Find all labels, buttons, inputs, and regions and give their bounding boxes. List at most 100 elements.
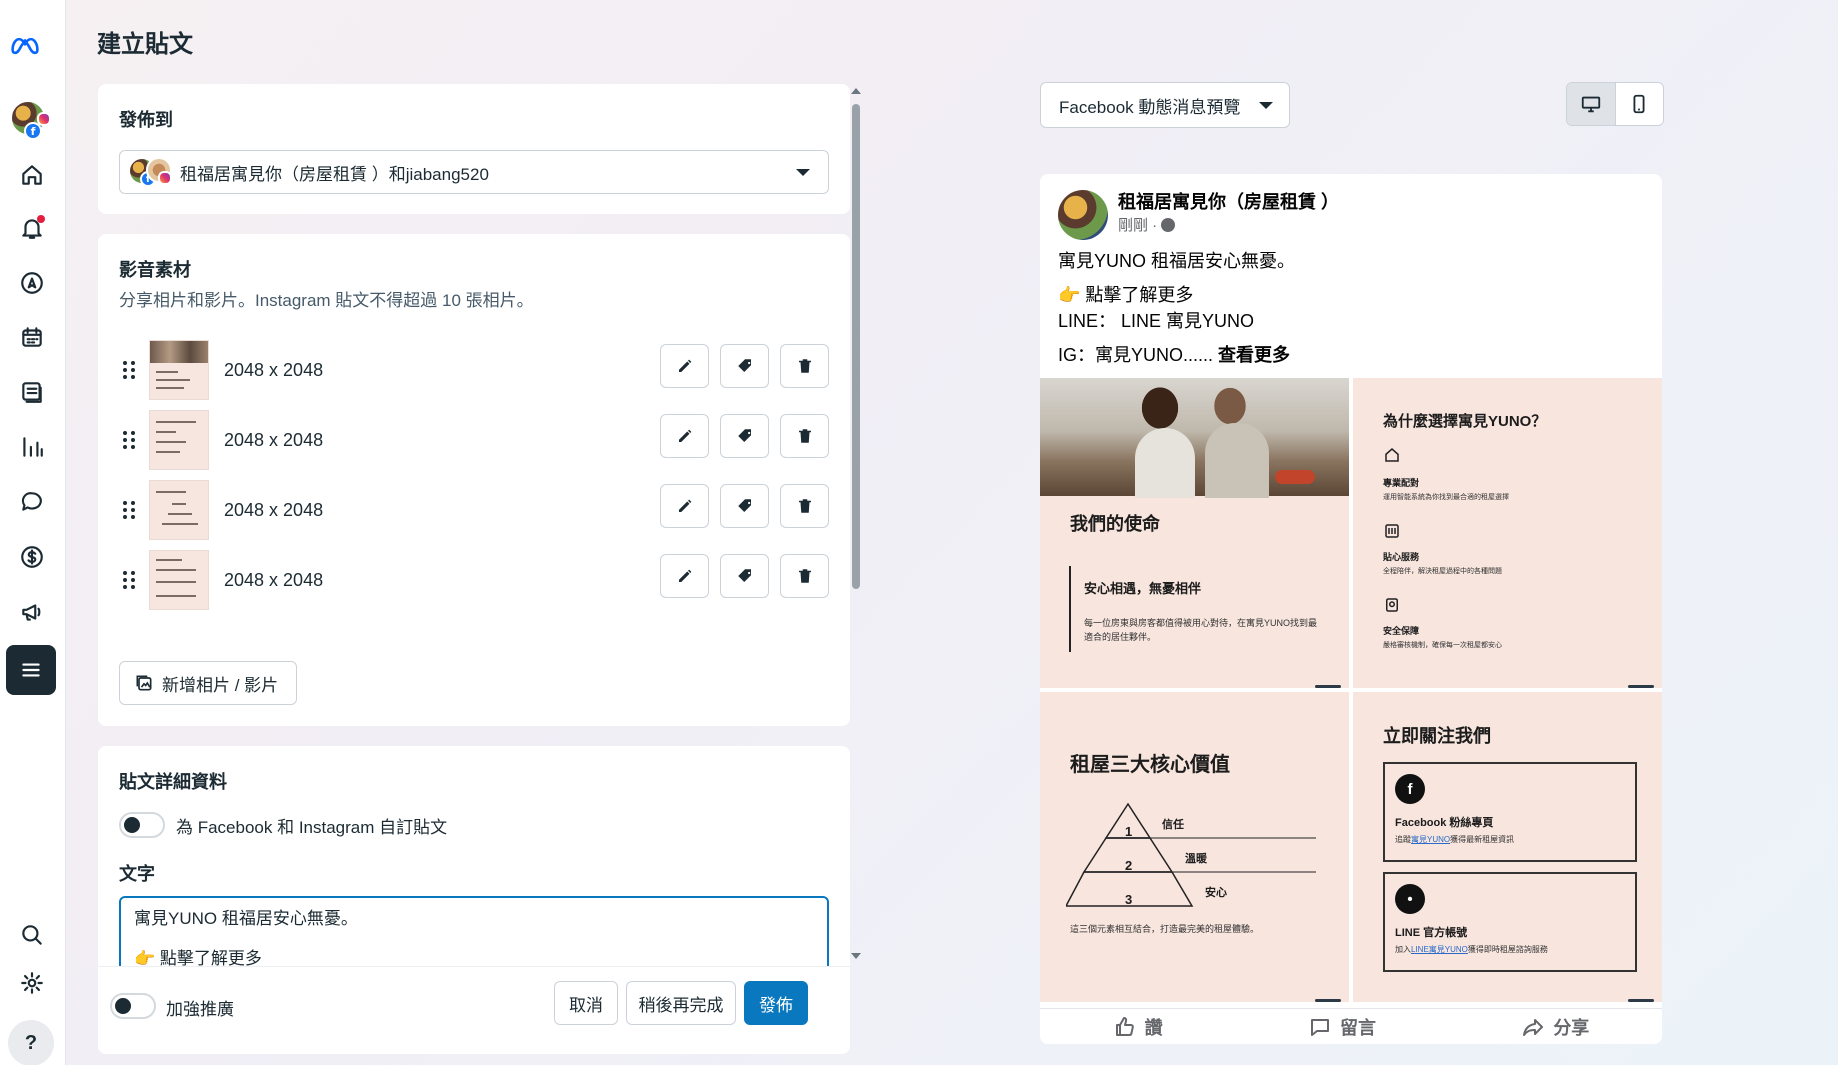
follow-card-body: 追蹤寓見YUNO獲得最新租屋資訊 xyxy=(1395,835,1515,844)
add-photo-icon xyxy=(136,675,152,691)
follow-card-body: 加入LINE寓見YUNO獲得即時租屋諮詢服務 xyxy=(1395,945,1548,954)
page-title: 建立貼文 xyxy=(97,31,193,58)
post-actions: 讚 留言 分享 xyxy=(1040,1008,1662,1044)
media-dimensions: 2048 x 2048 xyxy=(224,429,324,450)
tag-icon xyxy=(737,499,751,512)
tile-subtitle: 安心相遇，無憂相伴 xyxy=(1084,581,1202,596)
media-heading: 影音素材 xyxy=(119,260,191,280)
publish-to-select[interactable]: f 租福居寓見你（房屋租賃 ）和jiabang520 xyxy=(119,150,829,194)
chevron-down-icon xyxy=(1259,102,1273,109)
boost-toggle[interactable] xyxy=(110,993,156,1019)
publish-to-heading: 發佈到 xyxy=(119,110,173,130)
page-name: 租福居寓見你（房屋租賃 ） xyxy=(1118,192,1339,212)
menu-icon[interactable] xyxy=(6,645,56,695)
post-text-line: 👉 點擊了解更多 xyxy=(134,949,262,966)
drag-handle-icon[interactable] xyxy=(123,501,135,519)
grid-image-values[interactable]: 租屋三大核心價值 1 2 3 信任 溫暖 安心 這三個元素相互結合，打造最完美的… xyxy=(1040,692,1349,1002)
grid-image-why[interactable]: 為什麼選擇寓見YUNO？ 專業配對 運用智能系統為你找到最合適的租屋選擇 貼心服… xyxy=(1353,378,1662,688)
tag-icon xyxy=(737,569,751,582)
customize-label: 為 Facebook 和 Instagram 自訂貼文 xyxy=(176,817,448,837)
add-media-button[interactable]: 新增相片 / 影片 xyxy=(119,661,298,705)
home-icon xyxy=(1383,446,1401,464)
delete-media-button[interactable] xyxy=(780,344,829,388)
chevron-down-icon xyxy=(796,169,810,176)
delete-media-button[interactable] xyxy=(780,484,829,528)
feature-body: 運用智能系統為你找到最合適的租屋選擇 xyxy=(1383,494,1509,501)
gear-icon[interactable] xyxy=(17,968,47,998)
edit-media-button[interactable] xyxy=(660,484,709,528)
like-button[interactable]: 讚 xyxy=(1113,1014,1163,1040)
media-thumbnail[interactable] xyxy=(149,340,209,400)
grid-image-mission[interactable]: 我們的使命 安心相遇，無憂相伴 每一位房東與房客都值得被用心對待，在寓見YUNO… xyxy=(1040,378,1349,688)
image-grid: 我們的使命 安心相遇，無憂相伴 每一位房東與房客都值得被用心對待，在寓見YUNO… xyxy=(1040,378,1662,1002)
content-icon[interactable] xyxy=(17,377,47,407)
tag-media-button[interactable] xyxy=(720,554,769,598)
value-number: 2 xyxy=(1125,858,1133,873)
comment-icon xyxy=(1310,1018,1329,1036)
account-avatar[interactable]: f xyxy=(10,100,51,140)
media-thumbnail[interactable] xyxy=(149,410,209,470)
edit-media-button[interactable] xyxy=(660,344,709,388)
edit-media-button[interactable] xyxy=(660,554,709,598)
mobile-preview-button[interactable] xyxy=(1615,83,1663,125)
notification-dot xyxy=(37,215,45,223)
post-timestamp: 剛剛 · xyxy=(1118,214,1176,235)
insights-icon[interactable] xyxy=(17,432,47,462)
post-text-input[interactable]: 寓見YUNO 租福居安心無憂。 👉 點擊了解更多 xyxy=(119,896,829,966)
preview-placement-select[interactable]: Facebook 動態消息預覽 xyxy=(1040,82,1290,128)
chat-icon[interactable] xyxy=(17,487,47,517)
media-dimensions: 2048 x 2048 xyxy=(224,359,324,380)
calendar-icon[interactable] xyxy=(17,322,47,352)
customize-toggle[interactable] xyxy=(119,812,165,838)
delete-media-button[interactable] xyxy=(780,414,829,458)
help-icon[interactable]: ? xyxy=(8,1020,54,1065)
compass-icon[interactable] xyxy=(17,268,47,298)
media-item: 2048 x 2048 xyxy=(119,410,829,470)
value-label: 信任 xyxy=(1162,819,1184,831)
see-more-link[interactable]: 查看更多 xyxy=(1218,345,1290,365)
tag-media-button[interactable] xyxy=(720,484,769,528)
media-subtitle: 分享相片和影片。Instagram 貼文不得超過 10 張相片。 xyxy=(119,291,534,310)
finish-later-button[interactable]: 稍後再完成 xyxy=(626,981,736,1025)
media-section: 影音素材 分享相片和影片。Instagram 貼文不得超過 10 張相片。 20… xyxy=(98,234,850,726)
preview-placement-label: Facebook 動態消息預覽 xyxy=(1059,97,1241,117)
scrollbar-thumb[interactable] xyxy=(852,104,860,589)
kitchen-photo xyxy=(1040,378,1349,498)
grid-image-follow[interactable]: 立即關注我們 f Facebook 粉絲專頁 追蹤寓見YUNO獲得最新租屋資訊 … xyxy=(1353,692,1662,1002)
delete-media-button[interactable] xyxy=(780,554,829,598)
add-media-label: 新增相片 / 影片 xyxy=(162,675,279,695)
trash-icon xyxy=(798,359,811,373)
tag-media-button[interactable] xyxy=(720,344,769,388)
tile-title: 我們的使命 xyxy=(1070,514,1160,534)
thumbs-up-icon xyxy=(1115,1016,1134,1036)
instagram-icon xyxy=(37,112,51,126)
pencil-icon xyxy=(678,359,691,372)
page-avatar xyxy=(1058,190,1108,240)
home-icon[interactable] xyxy=(17,160,47,190)
meta-logo[interactable] xyxy=(10,30,40,60)
search-icon[interactable] xyxy=(17,920,47,950)
scroll-down-arrow-icon[interactable] xyxy=(851,953,861,959)
scroll-up-arrow-icon[interactable] xyxy=(851,88,861,94)
dollar-icon[interactable] xyxy=(17,542,47,572)
tag-media-button[interactable] xyxy=(720,414,769,458)
share-label: 分享 xyxy=(1553,1017,1590,1038)
drag-handle-icon[interactable] xyxy=(123,571,135,589)
feature-title: 安全保障 xyxy=(1383,626,1420,636)
editor-scrollbar[interactable] xyxy=(850,86,862,961)
facebook-follow-card: f Facebook 粉絲專頁 追蹤寓見YUNO獲得最新租屋資訊 xyxy=(1383,762,1637,862)
publish-button[interactable]: 發佈 xyxy=(744,981,808,1025)
drag-handle-icon[interactable] xyxy=(123,361,135,379)
page-avatars: f xyxy=(128,155,172,189)
share-button[interactable]: 分享 xyxy=(1521,1014,1589,1040)
edit-media-button[interactable] xyxy=(660,414,709,458)
comment-button[interactable]: 留言 xyxy=(1308,1014,1376,1040)
feature-title: 專業配對 xyxy=(1383,478,1420,488)
media-thumbnail[interactable] xyxy=(149,550,209,610)
cancel-button[interactable]: 取消 xyxy=(554,981,618,1025)
tag-icon xyxy=(737,429,751,442)
desktop-preview-button[interactable] xyxy=(1567,83,1616,125)
megaphone-icon[interactable] xyxy=(17,597,47,627)
media-thumbnail[interactable] xyxy=(149,480,209,540)
drag-handle-icon[interactable] xyxy=(123,431,135,449)
